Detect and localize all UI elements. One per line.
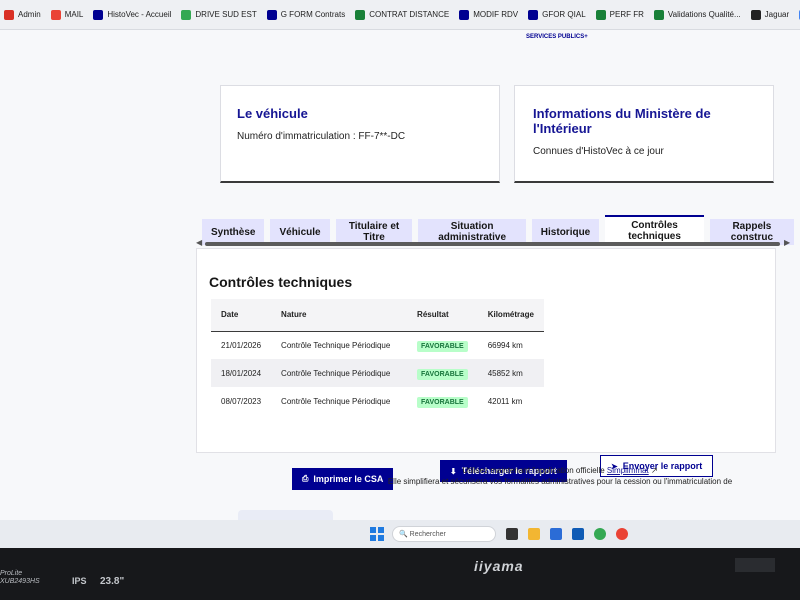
monitor-brand: iiyama xyxy=(474,558,524,574)
services-publics-logo: SERVICES PUBLICS+ xyxy=(526,34,588,40)
bookmark-label: MODIF RDV xyxy=(473,10,519,19)
task-view-icon[interactable] xyxy=(506,528,518,540)
table-row: 18/01/2024 Contrôle Technique Périodique F… xyxy=(211,359,544,387)
monitor-model-line1: ProLite xyxy=(0,570,23,577)
cell-nature: Contrôle Technique Périodique xyxy=(281,396,391,406)
ministry-card-subtitle: Connues d'HistoVec à ce jour xyxy=(533,146,664,157)
cell-km: 66994 km xyxy=(487,340,523,350)
page-content: SERVICES PUBLICS+ Le véhicule Numéro d'i… xyxy=(0,30,800,520)
cell-nature: Contrôle Technique Périodique xyxy=(281,340,391,350)
simplimmat-car-logo xyxy=(238,510,333,520)
cell-km: 45852 km xyxy=(477,359,544,387)
marianne-icon xyxy=(266,9,277,20)
bookmark-item[interactable]: MODIF RDV xyxy=(459,9,519,20)
monitor-bezel: iiyama ProLite XUB2493HS IPS 23.8" xyxy=(0,548,800,600)
cell-result: FAVORABLE xyxy=(407,359,478,387)
cell-date: 18/01/2024 xyxy=(211,359,272,387)
cell-date: 21/01/2026 xyxy=(221,340,262,350)
chrome-icon[interactable] xyxy=(594,528,606,540)
column-nature: Nature xyxy=(271,299,408,332)
cell-result: FAVORABLE xyxy=(407,331,478,359)
inspections-table: Date Nature Résultat Kilométrage 21/01/2… xyxy=(211,299,544,415)
bookmark-label: Jaguar xyxy=(764,10,790,19)
sheet-icon xyxy=(355,9,366,20)
footer-text: Utilisez maintenant l'application offici… xyxy=(360,465,760,487)
tab-scrollbar[interactable] xyxy=(205,242,780,246)
print-icon: ⎙ xyxy=(302,474,309,483)
bookmark-item[interactable]: Validations Qualité... xyxy=(653,9,741,20)
monitor-size: 23.8" xyxy=(100,576,125,587)
monitor-panel-type: IPS xyxy=(72,576,87,586)
monitor-stand xyxy=(735,558,775,572)
french-flag-icon xyxy=(93,9,104,20)
bookmarks-bar: Admin MAIL HistoVec - Accueil DRIVE SUD EST… xyxy=(0,0,800,30)
monitor-model-line2: XUB2493HS xyxy=(0,578,40,585)
status-badge: FAVORABLE xyxy=(417,368,468,380)
tab-bar: Synthèse Véhicule Titulaire et Titre Situat… xyxy=(202,215,800,245)
bookmark-item[interactable]: GFOR QIAL xyxy=(528,9,586,20)
bookmark-item[interactable]: Admin xyxy=(4,9,41,20)
app-grid-icon xyxy=(4,9,14,20)
plate-number: Numéro d'immatriculation : FF-7**-DC xyxy=(237,131,406,142)
marianne-icon xyxy=(528,9,539,20)
vehicle-card: Le véhicule Numéro d'immatriculation : F… xyxy=(220,85,500,183)
cell-nature: Contrôle Technique Périodique xyxy=(271,359,408,387)
bookmark-item[interactable]: PERF FR xyxy=(595,9,644,20)
drive-icon xyxy=(181,9,192,20)
bookmark-label: HistoVec - Accueil xyxy=(107,10,172,19)
sheet-icon xyxy=(595,9,606,20)
status-badge: FAVORABLE xyxy=(417,340,468,352)
sheet-icon xyxy=(653,9,664,20)
panel-title: Contrôles techniques xyxy=(209,274,353,290)
bookmark-label: Validations Qualité... xyxy=(667,10,741,19)
ministry-card: Informations du Ministère de l'Intérieur… xyxy=(514,85,774,183)
marianne-icon xyxy=(459,9,470,20)
cell-km: 42011 km xyxy=(487,396,523,406)
column-result: Résultat xyxy=(407,299,478,332)
bookmark-item[interactable]: G FORM Contrats xyxy=(266,9,346,20)
column-km: Kilométrage xyxy=(477,299,544,332)
bookmark-label: Admin xyxy=(18,10,41,19)
bookmark-label: CONTRAT DISTANCE xyxy=(369,10,450,19)
ministry-card-title: Informations du Ministère de l'Intérieur xyxy=(533,106,711,136)
bookmark-item[interactable]: Jaguar xyxy=(750,9,790,20)
tab-5[interactable]: Contrôles techniques xyxy=(605,215,704,245)
footer-line2: Elle simplifiera et sécurisera vos forma… xyxy=(387,477,733,486)
bookmark-label: DRIVE SUD EST xyxy=(195,10,257,19)
bookmark-label: GFOR QIAL xyxy=(542,10,586,19)
windows-taskbar: 🔍 Rechercher xyxy=(0,520,800,548)
bookmark-label: PERF FR xyxy=(609,10,644,19)
bookmark-item[interactable]: MAIL xyxy=(50,9,84,20)
windows-start-icon[interactable] xyxy=(370,527,384,541)
column-date: Date xyxy=(211,299,272,332)
simplimmat-link[interactable]: Simplimmat xyxy=(607,466,649,475)
scroll-left-icon[interactable]: ◀ xyxy=(196,238,202,247)
taskbar-search[interactable]: 🔍 Rechercher xyxy=(392,526,496,542)
monitor-model: ProLite XUB2493HS xyxy=(0,570,40,586)
table-row: 08/07/2023 Contrôle Technique Périodique F… xyxy=(211,387,544,415)
table-row: 21/01/2026 Contrôle Technique Périodique F… xyxy=(211,331,544,359)
scroll-right-icon[interactable]: ▶ xyxy=(784,238,790,247)
bookmark-label: G FORM Contrats xyxy=(280,10,346,19)
cell-date: 08/07/2023 xyxy=(221,396,262,406)
bookmark-item[interactable]: HistoVec - Accueil xyxy=(93,9,172,20)
footer-line1: Utilisez maintenant l'application offici… xyxy=(462,466,605,475)
store-icon[interactable] xyxy=(550,528,562,540)
taskbar-search-placeholder: Rechercher xyxy=(409,530,446,538)
status-badge: FAVORABLE xyxy=(417,396,468,408)
gmail-icon xyxy=(50,9,61,20)
chrome-profile-icon[interactable] xyxy=(616,528,628,540)
file-explorer-icon[interactable] xyxy=(528,528,540,540)
external-link-icon: ↗ xyxy=(650,466,658,475)
bookmark-item[interactable]: DRIVE SUD EST xyxy=(181,9,257,20)
bookmark-label: MAIL xyxy=(64,10,84,19)
vehicle-card-title: Le véhicule xyxy=(237,106,308,121)
jaguar-icon xyxy=(750,9,761,20)
bookmark-item[interactable]: CONTRAT DISTANCE xyxy=(355,9,450,20)
cell-result: FAVORABLE xyxy=(407,387,478,415)
technical-inspections-panel: Contrôles techniques Date Nature Résulta… xyxy=(196,248,776,453)
outlook-icon[interactable] xyxy=(572,528,584,540)
table-header-row: Date Nature Résultat Kilométrage xyxy=(211,299,544,332)
